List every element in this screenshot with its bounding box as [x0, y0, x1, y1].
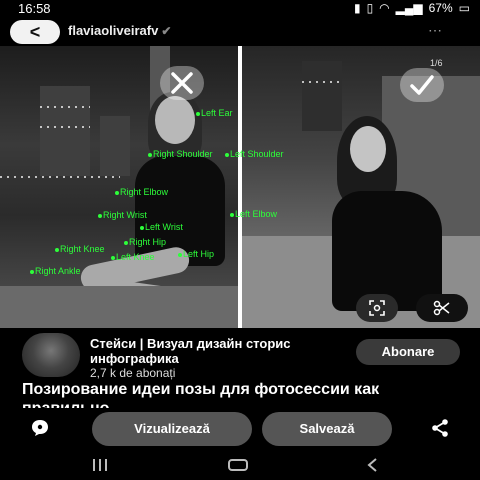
battery-text: 67%	[428, 1, 453, 15]
creator-subscribers: 2,7 k de abonați	[90, 366, 176, 380]
keypoint-label: Left Elbow	[230, 209, 277, 219]
creator-row: Стейси | Визуал дизайн сторис инфографик…	[0, 328, 480, 384]
approve-button[interactable]	[400, 68, 444, 102]
comment-icon[interactable]	[30, 418, 50, 443]
image-counter: 1/6	[430, 58, 443, 68]
keypoint-label: Left Hip	[178, 249, 214, 259]
recent-apps-icon[interactable]	[92, 458, 108, 472]
city-lights	[40, 106, 90, 108]
view-button[interactable]: Vizualizează	[92, 412, 252, 446]
lens-icon	[369, 300, 385, 316]
scissors-icon	[433, 300, 450, 316]
profile-username[interactable]: flaviaoliveirafv ✔	[68, 23, 171, 38]
building	[40, 86, 90, 176]
keypoint-label: Right Ankle	[30, 266, 81, 276]
system-nav-bar	[0, 450, 480, 480]
pin-header: < flaviaoliveirafv ✔ ⋯	[0, 18, 480, 46]
keypoint-label: Left Ear	[196, 108, 233, 118]
keypoint-label: Left Shoulder	[225, 149, 284, 159]
back-nav-icon[interactable]	[366, 458, 380, 472]
options-icon[interactable]: ⋯	[428, 22, 442, 39]
wall	[0, 286, 238, 328]
city-lights	[302, 81, 342, 83]
verified-icon: ✔	[161, 24, 172, 38]
keypoint-label: Right Shoulder	[148, 149, 213, 159]
city-lights	[0, 176, 120, 178]
figure-head	[155, 96, 195, 144]
keypoint-label: Right Knee	[55, 244, 105, 254]
creator-avatar[interactable]	[22, 333, 80, 377]
keypoint-label: Left Wrist	[140, 222, 183, 232]
back-button[interactable]: <	[10, 20, 60, 44]
keypoint-label: Right Wrist	[98, 210, 147, 220]
figure-face	[350, 126, 386, 172]
save-button[interactable]: Salvează	[262, 412, 392, 446]
check-icon	[410, 75, 434, 95]
status-bar: 16:58 ▮ ▯ ◠ ▂▄▆ 67% ▭	[0, 0, 480, 18]
cutout-button[interactable]	[416, 294, 468, 322]
city-lights	[40, 126, 90, 128]
action-bar: Vizualizează Salvează	[0, 408, 480, 448]
pin-title: Позирование идеи позы для фотосессии как…	[22, 381, 380, 408]
home-icon[interactable]	[228, 459, 248, 471]
status-time: 16:58	[18, 1, 51, 16]
close-icon	[171, 72, 193, 94]
status-icons: ▮ ▯ ◠ ▂▄▆ 67% ▭	[354, 1, 470, 15]
keypoint-label: Right Elbow	[115, 187, 168, 197]
figure-dress	[332, 191, 442, 311]
share-icon[interactable]	[430, 418, 450, 443]
keypoint-label: Right Hip	[124, 237, 166, 247]
battery-saver-icon: ▮	[353, 1, 361, 15]
battery-icon: ▭	[458, 1, 470, 15]
keypoint-label: Left Knee	[111, 252, 155, 262]
profile-username-text: flaviaoliveirafv	[68, 23, 159, 38]
signal-icon: ▂▄▆	[395, 1, 423, 15]
reject-button[interactable]	[160, 66, 204, 100]
vibrate-icon: ▯	[366, 1, 374, 15]
creator-name[interactable]: Стейси | Визуал дизайн сторис инфографик…	[90, 336, 340, 366]
visual-search-button[interactable]	[356, 294, 398, 322]
photo-right-panel	[242, 46, 480, 328]
wifi-icon: ◠	[379, 1, 390, 15]
left-figure	[78, 92, 230, 317]
pin-image[interactable]: Left Ear Right Shoulder Left Shoulder Ri…	[0, 46, 480, 328]
subscribe-button[interactable]: Abonare	[356, 339, 460, 365]
